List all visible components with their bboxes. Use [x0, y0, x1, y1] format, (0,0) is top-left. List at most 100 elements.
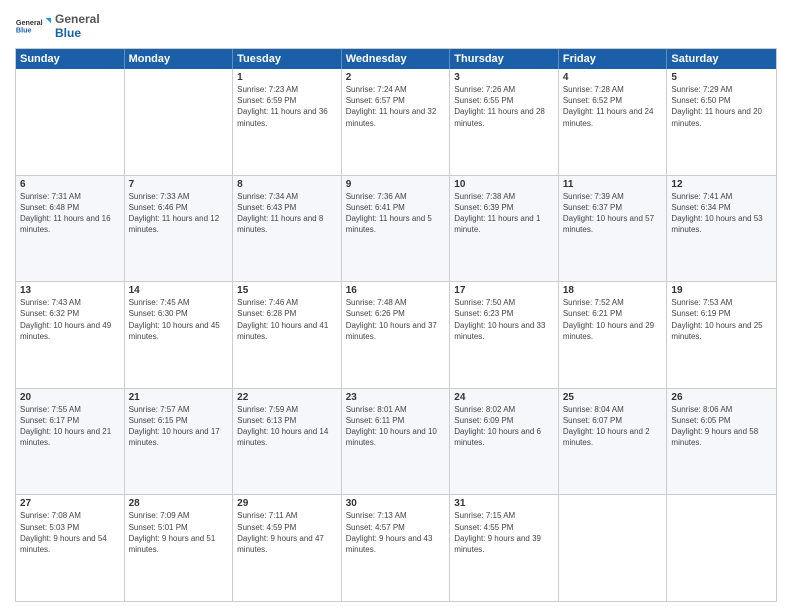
calendar-cell: 27 Sunrise: 7:08 AMSunset: 5:03 PMDaylig… [16, 495, 125, 601]
day-info: Sunrise: 7:15 AMSunset: 4:55 PMDaylight:… [454, 510, 554, 555]
calendar-row: 13 Sunrise: 7:43 AMSunset: 6:32 PMDaylig… [16, 282, 776, 389]
day-number: 27 [20, 498, 120, 509]
day-info: Sunrise: 8:01 AMSunset: 6:11 PMDaylight:… [346, 404, 446, 449]
calendar-cell: 18 Sunrise: 7:52 AMSunset: 6:21 PMDaylig… [559, 282, 668, 388]
logo-text: GeneralBlue [55, 12, 100, 41]
day-info: Sunrise: 7:31 AMSunset: 6:48 PMDaylight:… [20, 191, 120, 236]
calendar-cell: 29 Sunrise: 7:11 AMSunset: 4:59 PMDaylig… [233, 495, 342, 601]
calendar-cell: 20 Sunrise: 7:55 AMSunset: 6:17 PMDaylig… [16, 389, 125, 495]
logo: General Blue GeneralBlue [15, 10, 100, 42]
calendar-cell: 19 Sunrise: 7:53 AMSunset: 6:19 PMDaylig… [667, 282, 776, 388]
day-info: Sunrise: 7:33 AMSunset: 6:46 PMDaylight:… [129, 191, 229, 236]
day-info: Sunrise: 7:09 AMSunset: 5:01 PMDaylight:… [129, 510, 229, 555]
calendar-cell: 28 Sunrise: 7:09 AMSunset: 5:01 PMDaylig… [125, 495, 234, 601]
calendar-cell [125, 69, 234, 175]
calendar-header-cell: Thursday [450, 49, 559, 69]
calendar-cell: 17 Sunrise: 7:50 AMSunset: 6:23 PMDaylig… [450, 282, 559, 388]
day-info: Sunrise: 7:36 AMSunset: 6:41 PMDaylight:… [346, 191, 446, 236]
day-number: 1 [237, 72, 337, 83]
day-number: 23 [346, 392, 446, 403]
day-info: Sunrise: 7:23 AMSunset: 6:59 PMDaylight:… [237, 84, 337, 129]
calendar-cell [559, 495, 668, 601]
day-info: Sunrise: 7:50 AMSunset: 6:23 PMDaylight:… [454, 297, 554, 342]
calendar-header-cell: Wednesday [342, 49, 451, 69]
day-number: 13 [20, 285, 120, 296]
logo-icon: General Blue [15, 10, 51, 42]
calendar-row: 27 Sunrise: 7:08 AMSunset: 5:03 PMDaylig… [16, 495, 776, 601]
day-number: 6 [20, 179, 120, 190]
calendar-header-row: SundayMondayTuesdayWednesdayThursdayFrid… [16, 49, 776, 69]
calendar-cell: 16 Sunrise: 7:48 AMSunset: 6:26 PMDaylig… [342, 282, 451, 388]
header: General Blue GeneralBlue [15, 10, 777, 42]
day-number: 21 [129, 392, 229, 403]
calendar-row: 6 Sunrise: 7:31 AMSunset: 6:48 PMDayligh… [16, 176, 776, 283]
day-info: Sunrise: 7:11 AMSunset: 4:59 PMDaylight:… [237, 510, 337, 555]
day-info: Sunrise: 7:52 AMSunset: 6:21 PMDaylight:… [563, 297, 663, 342]
calendar-cell: 14 Sunrise: 7:45 AMSunset: 6:30 PMDaylig… [125, 282, 234, 388]
day-number: 15 [237, 285, 337, 296]
day-info: Sunrise: 7:26 AMSunset: 6:55 PMDaylight:… [454, 84, 554, 129]
calendar-cell: 10 Sunrise: 7:38 AMSunset: 6:39 PMDaylig… [450, 176, 559, 282]
day-info: Sunrise: 8:04 AMSunset: 6:07 PMDaylight:… [563, 404, 663, 449]
day-info: Sunrise: 8:06 AMSunset: 6:05 PMDaylight:… [671, 404, 772, 449]
day-number: 20 [20, 392, 120, 403]
calendar-cell: 2 Sunrise: 7:24 AMSunset: 6:57 PMDayligh… [342, 69, 451, 175]
day-info: Sunrise: 7:13 AMSunset: 4:57 PMDaylight:… [346, 510, 446, 555]
page: General Blue GeneralBlue SundayMondayTue… [0, 0, 792, 612]
calendar-cell: 24 Sunrise: 8:02 AMSunset: 6:09 PMDaylig… [450, 389, 559, 495]
day-info: Sunrise: 7:28 AMSunset: 6:52 PMDaylight:… [563, 84, 663, 129]
day-info: Sunrise: 7:29 AMSunset: 6:50 PMDaylight:… [671, 84, 772, 129]
calendar-header-cell: Monday [125, 49, 234, 69]
day-info: Sunrise: 7:43 AMSunset: 6:32 PMDaylight:… [20, 297, 120, 342]
calendar-cell: 25 Sunrise: 8:04 AMSunset: 6:07 PMDaylig… [559, 389, 668, 495]
day-info: Sunrise: 8:02 AMSunset: 6:09 PMDaylight:… [454, 404, 554, 449]
calendar-header-cell: Sunday [16, 49, 125, 69]
calendar-cell: 13 Sunrise: 7:43 AMSunset: 6:32 PMDaylig… [16, 282, 125, 388]
day-number: 24 [454, 392, 554, 403]
day-number: 29 [237, 498, 337, 509]
day-number: 22 [237, 392, 337, 403]
calendar-cell: 26 Sunrise: 8:06 AMSunset: 6:05 PMDaylig… [667, 389, 776, 495]
calendar-cell: 9 Sunrise: 7:36 AMSunset: 6:41 PMDayligh… [342, 176, 451, 282]
day-number: 4 [563, 72, 663, 83]
day-number: 8 [237, 179, 337, 190]
day-number: 25 [563, 392, 663, 403]
day-info: Sunrise: 7:46 AMSunset: 6:28 PMDaylight:… [237, 297, 337, 342]
svg-text:Blue: Blue [16, 25, 32, 34]
day-info: Sunrise: 7:59 AMSunset: 6:13 PMDaylight:… [237, 404, 337, 449]
calendar-body: 1 Sunrise: 7:23 AMSunset: 6:59 PMDayligh… [16, 69, 776, 601]
calendar: SundayMondayTuesdayWednesdayThursdayFrid… [15, 48, 777, 602]
calendar-cell: 4 Sunrise: 7:28 AMSunset: 6:52 PMDayligh… [559, 69, 668, 175]
calendar-cell: 1 Sunrise: 7:23 AMSunset: 6:59 PMDayligh… [233, 69, 342, 175]
day-number: 18 [563, 285, 663, 296]
calendar-header-cell: Tuesday [233, 49, 342, 69]
day-number: 5 [671, 72, 772, 83]
day-number: 14 [129, 285, 229, 296]
day-number: 12 [671, 179, 772, 190]
day-number: 31 [454, 498, 554, 509]
calendar-cell: 23 Sunrise: 8:01 AMSunset: 6:11 PMDaylig… [342, 389, 451, 495]
day-info: Sunrise: 7:48 AMSunset: 6:26 PMDaylight:… [346, 297, 446, 342]
calendar-cell: 30 Sunrise: 7:13 AMSunset: 4:57 PMDaylig… [342, 495, 451, 601]
day-info: Sunrise: 7:53 AMSunset: 6:19 PMDaylight:… [671, 297, 772, 342]
calendar-cell: 21 Sunrise: 7:57 AMSunset: 6:15 PMDaylig… [125, 389, 234, 495]
day-number: 30 [346, 498, 446, 509]
calendar-cell [667, 495, 776, 601]
calendar-header-cell: Saturday [667, 49, 776, 69]
calendar-cell: 22 Sunrise: 7:59 AMSunset: 6:13 PMDaylig… [233, 389, 342, 495]
calendar-cell: 12 Sunrise: 7:41 AMSunset: 6:34 PMDaylig… [667, 176, 776, 282]
calendar-cell: 6 Sunrise: 7:31 AMSunset: 6:48 PMDayligh… [16, 176, 125, 282]
day-number: 2 [346, 72, 446, 83]
day-info: Sunrise: 7:57 AMSunset: 6:15 PMDaylight:… [129, 404, 229, 449]
day-info: Sunrise: 7:39 AMSunset: 6:37 PMDaylight:… [563, 191, 663, 236]
day-number: 26 [671, 392, 772, 403]
day-number: 9 [346, 179, 446, 190]
calendar-cell [16, 69, 125, 175]
calendar-cell: 15 Sunrise: 7:46 AMSunset: 6:28 PMDaylig… [233, 282, 342, 388]
day-info: Sunrise: 7:24 AMSunset: 6:57 PMDaylight:… [346, 84, 446, 129]
calendar-cell: 11 Sunrise: 7:39 AMSunset: 6:37 PMDaylig… [559, 176, 668, 282]
day-number: 10 [454, 179, 554, 190]
calendar-cell: 31 Sunrise: 7:15 AMSunset: 4:55 PMDaylig… [450, 495, 559, 601]
day-number: 16 [346, 285, 446, 296]
calendar-cell: 5 Sunrise: 7:29 AMSunset: 6:50 PMDayligh… [667, 69, 776, 175]
